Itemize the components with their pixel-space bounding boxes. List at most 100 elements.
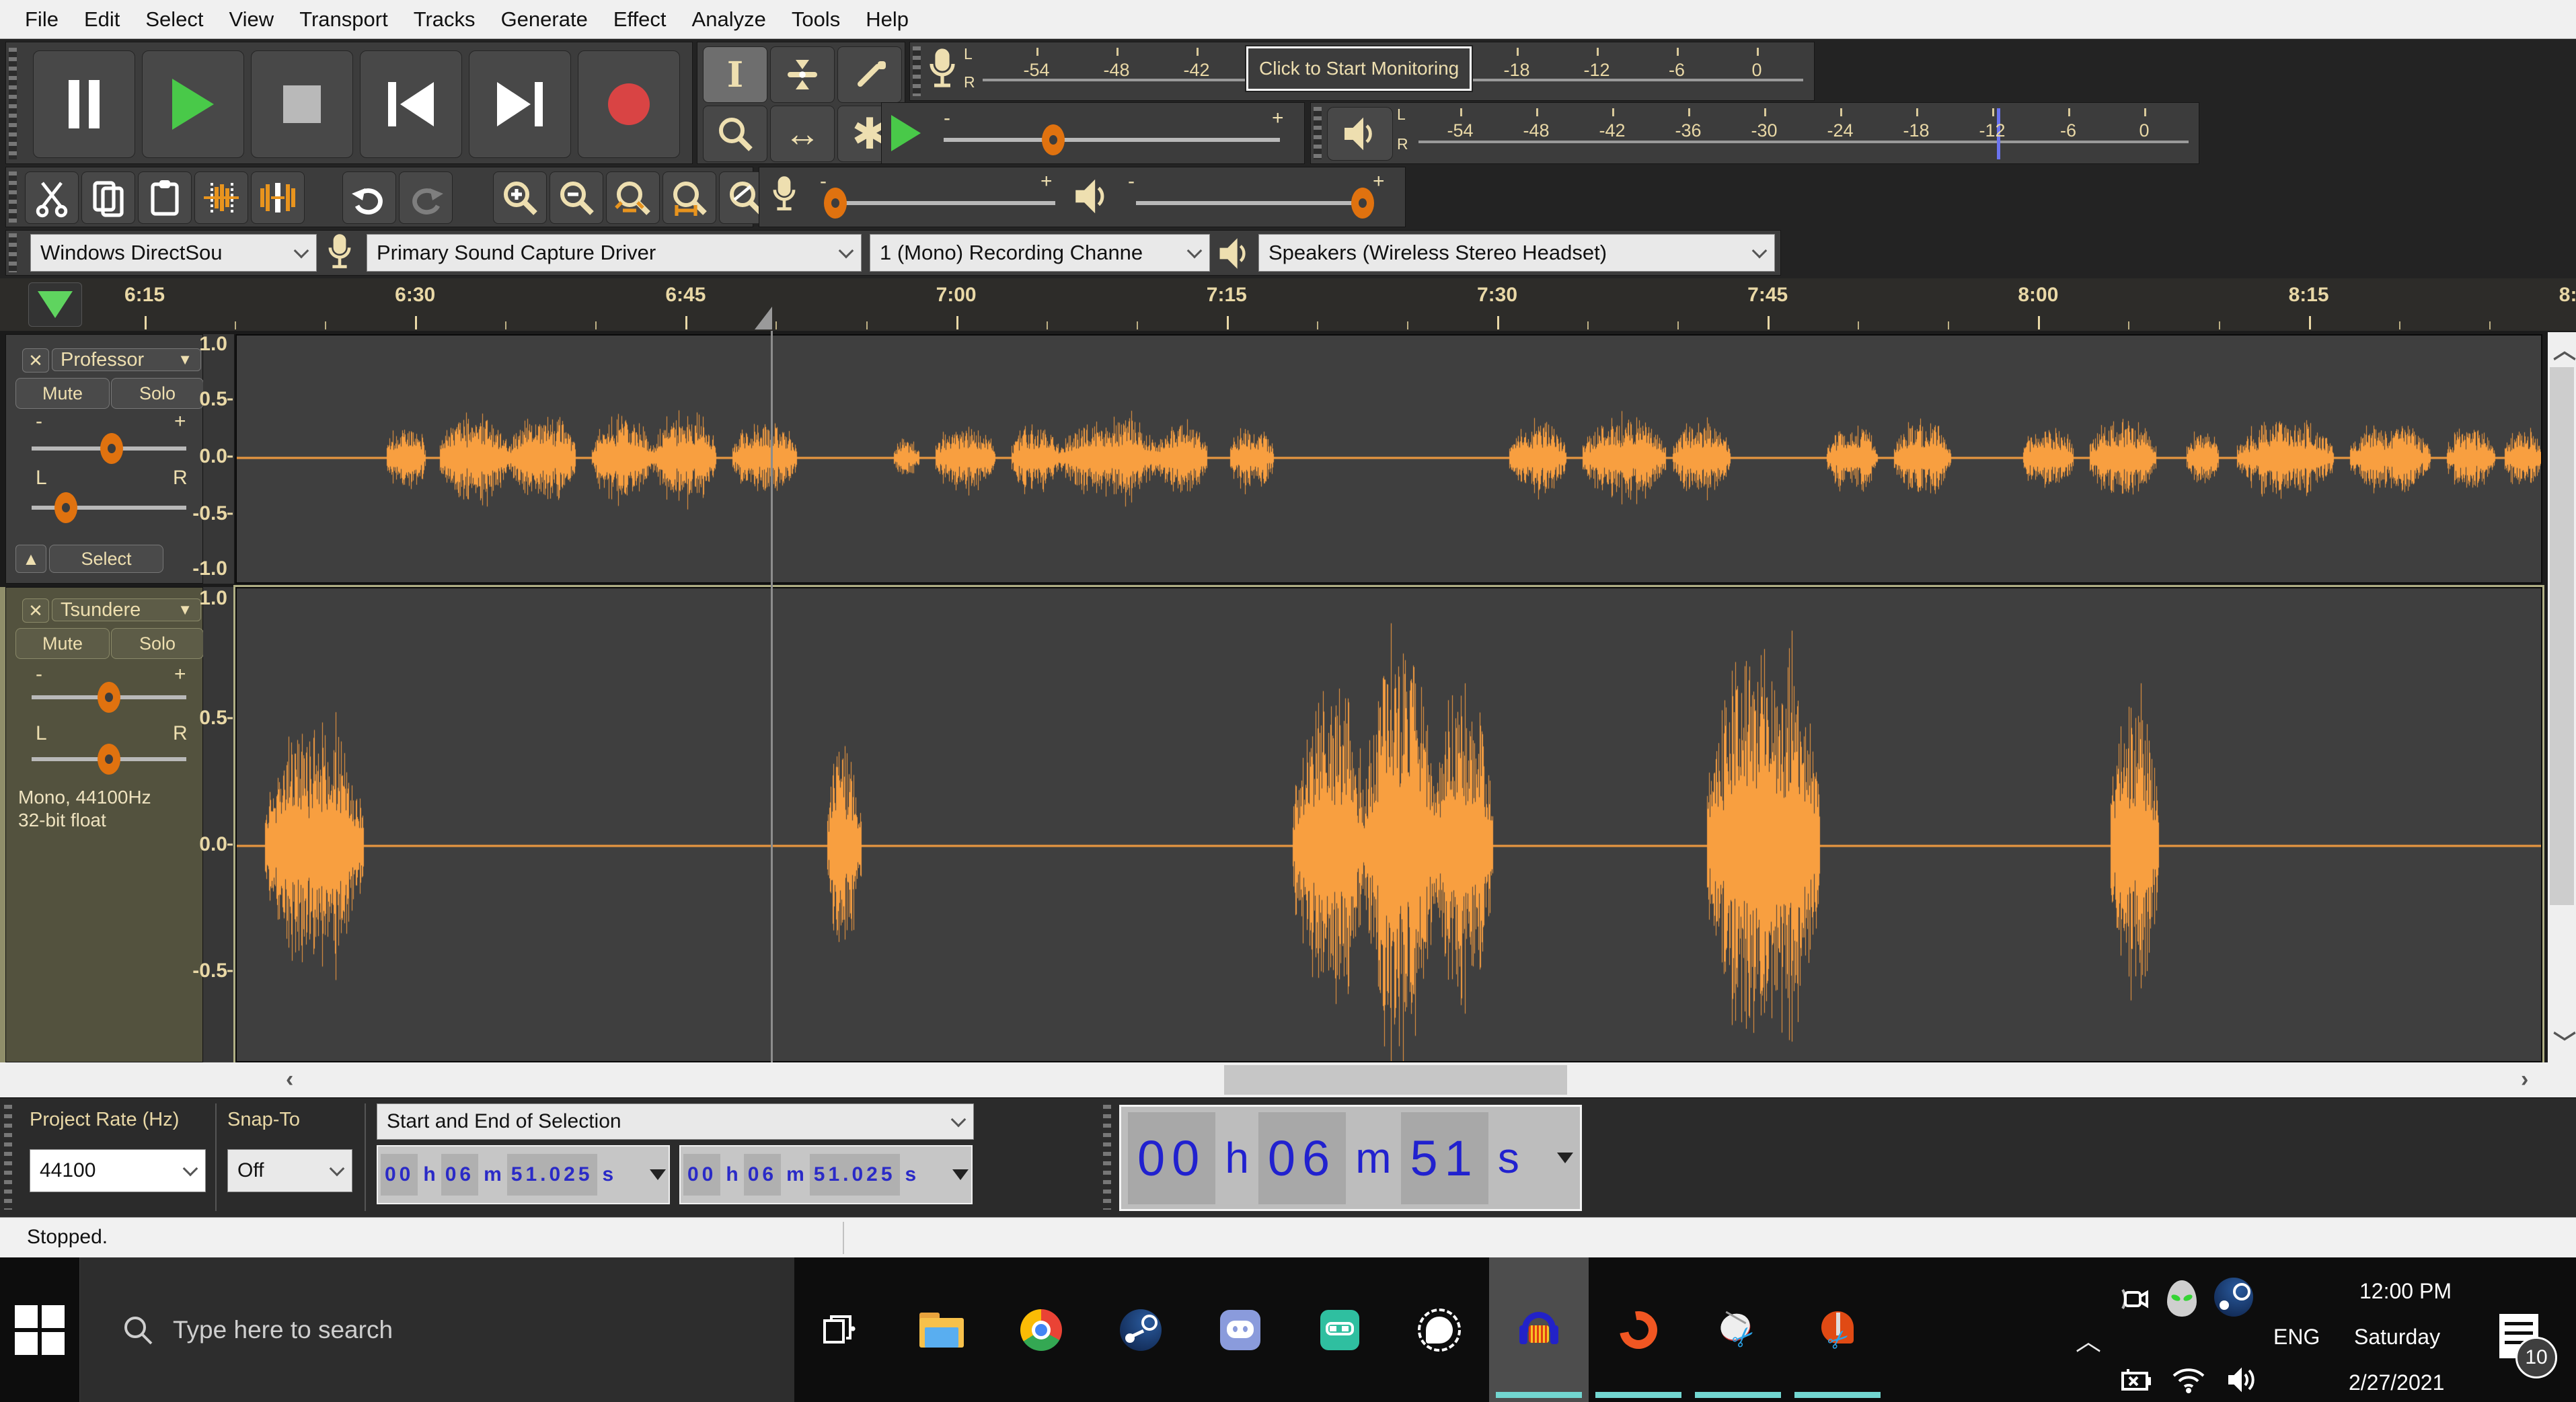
taskbar-app-steam[interactable] (1091, 1257, 1190, 1402)
taskbar-app-chrome[interactable] (991, 1257, 1091, 1402)
solo-button[interactable]: Solo (111, 628, 204, 659)
gain-slider-thumb[interactable] (100, 433, 123, 464)
menu-tracks[interactable]: Tracks (401, 7, 488, 32)
play-speed-slider-thumb[interactable] (1042, 124, 1065, 155)
clock-date[interactable]: 2/27/2021 (2349, 1370, 2444, 1395)
fit-selection-button[interactable] (606, 171, 660, 224)
project-rate-select[interactable]: 44100 (30, 1149, 206, 1192)
time-toolbar-grip[interactable] (1103, 1105, 1111, 1210)
menu-view[interactable]: View (217, 7, 287, 32)
horizontal-scrollbar-thumb[interactable] (1224, 1065, 1567, 1095)
stop-button[interactable] (251, 50, 353, 158)
taskbar-app-signal[interactable] (1390, 1257, 1489, 1402)
taskbar-search[interactable]: Type here to search (79, 1257, 794, 1402)
copy-button[interactable] (81, 171, 135, 224)
menu-analyze[interactable]: Analyze (679, 7, 779, 32)
tray-expand-chevron[interactable]: ︿ (2076, 1321, 2101, 1358)
close-track-button[interactable]: ✕ (22, 348, 49, 373)
playback-device-select[interactable]: Speakers (Wireless Stereo Headset) (1258, 234, 1775, 272)
taskbar-app-mp3directcut[interactable]: ✂ (1688, 1257, 1788, 1402)
vertical-scrollbar-thumb[interactable] (2550, 367, 2574, 905)
scroll-right-arrow[interactable]: › (2521, 1066, 2528, 1093)
track-panel-professor[interactable]: ✕ Professor▼ Mute Solo - + L R ▲ Select (5, 334, 203, 584)
skip-to-start-button[interactable] (360, 50, 462, 158)
menu-file[interactable]: File (12, 7, 71, 32)
redo-button[interactable] (399, 171, 453, 224)
taskbar-app-file-explorer[interactable] (892, 1257, 991, 1402)
recording-device-select[interactable]: Primary Sound Capture Driver (367, 234, 862, 272)
envelope-tool[interactable] (770, 46, 835, 103)
menu-select[interactable]: Select (132, 7, 216, 32)
taskbar-app-streamlabs[interactable] (1290, 1257, 1390, 1402)
playback-meter[interactable]: -54-48-42-36-30-24-18-12-60 (1418, 103, 2192, 163)
track-name-menu[interactable]: Professor▼ (52, 348, 201, 371)
language-indicator[interactable]: ENG (2273, 1325, 2320, 1350)
record-button[interactable] (578, 50, 680, 158)
waveform-professor[interactable] (237, 336, 2541, 582)
pan-slider-thumb[interactable] (54, 492, 77, 523)
battery-icon[interactable] (2117, 1365, 2154, 1398)
task-view-icon[interactable] (819, 1310, 860, 1354)
play-speed-slider[interactable] (944, 138, 1280, 142)
playhead-marker[interactable] (755, 307, 772, 329)
selection-end-field[interactable]: 00h06m51.025s (679, 1145, 973, 1204)
recording-meter-grip[interactable] (913, 46, 921, 96)
selection-start-field[interactable]: 00h06m51.025s (377, 1145, 670, 1204)
timeline-pin-button[interactable] (28, 282, 82, 327)
playback-volume-slider[interactable] (1136, 201, 1371, 205)
horizontal-scrollbar[interactable]: ‹ › (0, 1062, 2576, 1097)
device-toolbar-grip[interactable] (9, 233, 17, 272)
snap-to-select[interactable]: Off (227, 1149, 352, 1192)
recording-volume-slider[interactable] (827, 201, 1055, 205)
waveform-tsundere[interactable] (237, 588, 2541, 1061)
track-name-menu[interactable]: Tsundere▼ (52, 598, 201, 621)
trim-button[interactable] (194, 171, 248, 224)
vertical-scrollbar[interactable]: ︿ ﹀ (2548, 332, 2576, 1062)
menu-help[interactable]: Help (853, 7, 921, 32)
track-panel-tsundere[interactable]: ✕ Tsundere▼ Mute Solo - + L R Mono, 4410… (5, 587, 203, 1062)
silence-button[interactable] (251, 171, 305, 224)
play-button[interactable] (142, 50, 244, 158)
alienware-icon[interactable] (2167, 1280, 2197, 1317)
menu-generate[interactable]: Generate (488, 7, 601, 32)
mute-button[interactable]: Mute (15, 628, 110, 659)
selection-toolbar-grip[interactable] (4, 1105, 12, 1210)
wifi-icon[interactable] (2170, 1364, 2207, 1399)
mute-button[interactable]: Mute (15, 378, 110, 409)
select-track-button[interactable]: Select (49, 545, 163, 573)
skip-to-end-button[interactable] (469, 50, 571, 158)
undo-button[interactable] (342, 171, 396, 224)
zoom-tool[interactable] (703, 106, 767, 162)
selection-tool[interactable]: I (703, 46, 767, 103)
meet-now-icon[interactable] (2119, 1282, 2154, 1320)
spinner-icon[interactable] (952, 1169, 969, 1180)
play-at-speed-icon[interactable] (891, 115, 921, 151)
notification-center-icon[interactable]: 10 (2499, 1314, 2538, 1358)
solo-button[interactable]: Solo (111, 378, 204, 409)
vertical-ruler-tsundere[interactable]: 1.00.50.0-0.5 (203, 587, 235, 1062)
playback-speaker-icon[interactable] (1327, 107, 1393, 161)
taskbar-app-audacity[interactable] (1489, 1257, 1589, 1402)
taskbar-app-discord[interactable] (1190, 1257, 1290, 1402)
selection-mode-select[interactable]: Start and End of Selection (377, 1103, 974, 1140)
scroll-up-arrow[interactable]: ︿ (2553, 332, 2576, 365)
zoom-in-button[interactable] (493, 171, 547, 224)
scroll-left-arrow[interactable]: ‹ (286, 1066, 293, 1093)
menu-tools[interactable]: Tools (779, 7, 853, 32)
scroll-down-arrow[interactable]: ﹀ (2553, 1025, 2576, 1058)
edit-toolbar-grip[interactable] (9, 171, 17, 223)
clock-time[interactable]: 12:00 PM (2359, 1279, 2452, 1304)
menu-transport[interactable]: Transport (287, 7, 401, 32)
start-button[interactable] (0, 1257, 79, 1402)
menu-effect[interactable]: Effect (601, 7, 679, 32)
playback-volume-thumb[interactable] (1351, 188, 1374, 219)
playback-meter-grip[interactable] (1314, 107, 1322, 159)
paste-button[interactable] (138, 171, 192, 224)
transport-grip[interactable] (9, 48, 17, 159)
close-track-button[interactable]: ✕ (22, 598, 49, 623)
cut-button[interactable] (25, 171, 79, 224)
recording-volume-thumb[interactable] (824, 188, 847, 219)
pause-button[interactable] (33, 50, 135, 158)
time-shift-tool[interactable]: ↔ (770, 106, 835, 162)
spinner-icon[interactable] (1557, 1153, 1573, 1163)
